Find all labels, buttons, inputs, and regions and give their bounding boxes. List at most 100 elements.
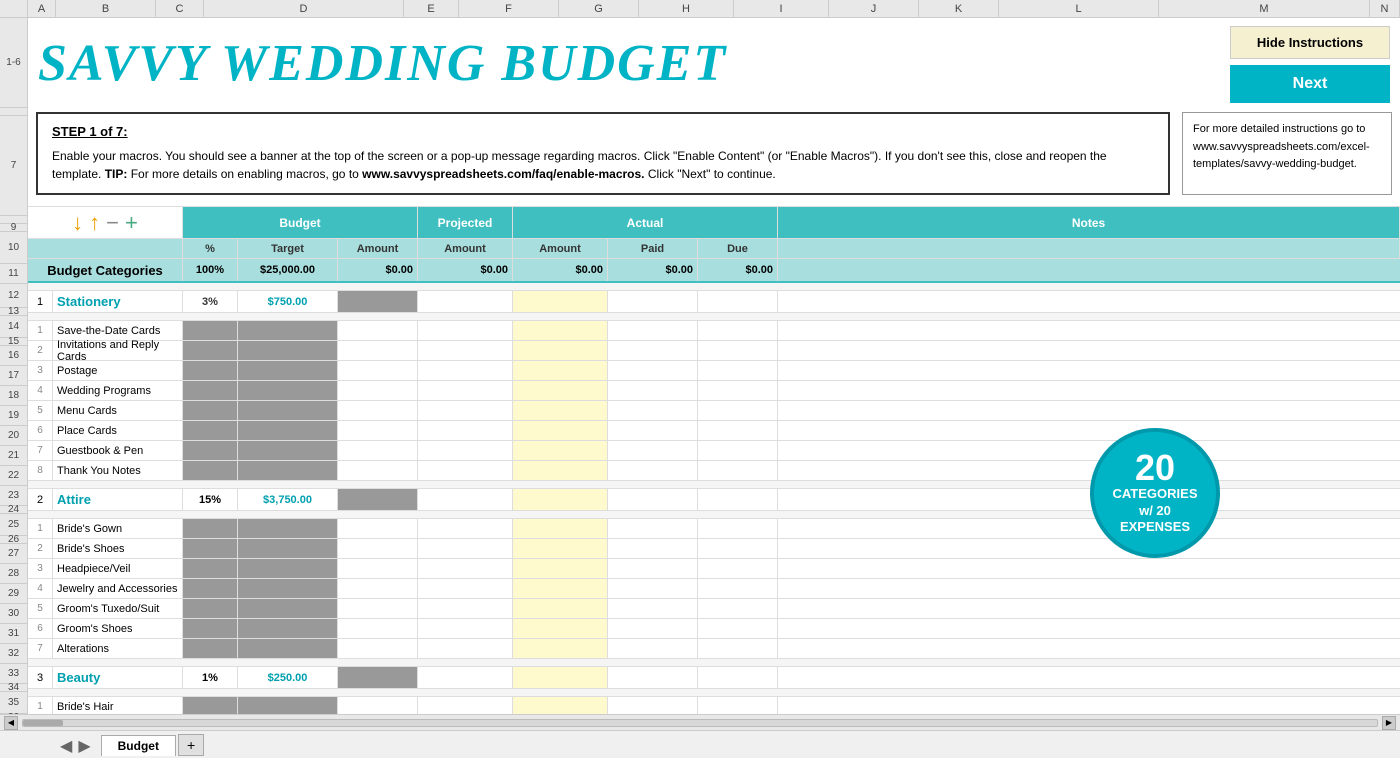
item-notes-17 [778, 341, 1400, 360]
actual-header: Actual [513, 207, 778, 238]
cat-target-stationery: $750.00 [238, 291, 338, 312]
minus-icon[interactable]: − [106, 210, 119, 236]
item-pct-gray-16 [183, 321, 238, 340]
column-headers: A B C D E F G H I J K L M N [0, 0, 1400, 18]
pct-col-header: % [183, 239, 238, 258]
cat-target-attire: $3,750.00 [238, 489, 338, 510]
item-row-30: 4 Jewelry and Accessories [28, 579, 1400, 599]
item-name-16: Save-the-Date Cards [53, 321, 183, 340]
cat-num-stationery: 1 [28, 291, 53, 312]
header-row-12: Budget Categories 100% $25,000.00 $0.00 … [28, 259, 1400, 283]
scroll-track[interactable] [22, 719, 1378, 727]
item-num-17: 2 [28, 341, 53, 360]
controls-area: ↓ ↑ − + [28, 207, 183, 238]
beauty-items: 1 Bride's Hair 2 Bride's Makeup [28, 697, 1400, 714]
total-due: $0.00 [698, 259, 778, 281]
cat-name-stationery: Stationery [53, 291, 183, 312]
item-due-17 [698, 341, 778, 360]
instructions-section: STEP 1 of 7: Enable your macros. You sho… [28, 108, 1400, 199]
grid-area: ↓ ↑ − + Budget Projected Actual Notes [28, 207, 1400, 714]
cat-pct-attire: 15% [183, 489, 238, 510]
col-header-k: K [919, 0, 999, 17]
arrow-up-icon[interactable]: ↑ [89, 210, 100, 236]
category-row-beauty: 3 Beauty 1% $250.00 [28, 667, 1400, 689]
col-header-l: L [999, 0, 1159, 17]
instructions-text: Enable your macros. You should see a ban… [52, 147, 1154, 183]
col-header-b: B [56, 0, 156, 17]
horizontal-scrollbar[interactable]: ◀ ▶ [0, 714, 1400, 730]
target-col-header: Target [238, 239, 338, 258]
plus-icon[interactable]: + [125, 210, 138, 236]
tab-add-button[interactable]: + [178, 734, 204, 756]
item-proj-16 [418, 321, 513, 340]
notes-header: Notes [778, 207, 1400, 238]
cat-name-label-stationery: Stationery [57, 294, 121, 309]
budget-categories-label: Budget Categories [28, 259, 183, 281]
sheet-nav-left[interactable]: ◀ [60, 736, 72, 756]
col-header-n: N [1370, 0, 1400, 17]
cat-pct-beauty: 1% [183, 667, 238, 688]
cat-proj-stationery [418, 291, 513, 312]
total-proj-amount: $0.00 [418, 259, 513, 281]
notes-col-header [778, 239, 1400, 258]
cat-name-label-beauty: Beauty [57, 670, 100, 685]
step-label: STEP 1 of 7: [52, 124, 1154, 139]
cat-notes-stationery [778, 291, 1400, 312]
tab-budget[interactable]: Budget [101, 735, 176, 756]
attire-items: 1 Bride's Gown 2 Bride's Shoes [28, 519, 1400, 659]
badge-categories: CATEGORIES [1113, 486, 1198, 503]
title-section: SAVVY WEDDING BUDGET Hide Instructions N… [28, 18, 1400, 108]
hide-instructions-button[interactable]: Hide Instructions [1230, 26, 1390, 59]
col-header-g: G [559, 0, 639, 17]
col-header-a: A [28, 0, 56, 17]
button-area: Hide Instructions Next [1230, 26, 1390, 103]
cat-target-beauty: $250.00 [238, 667, 338, 688]
arrow-down-icon[interactable]: ↓ [72, 210, 83, 236]
spacer-row-9 [28, 199, 1400, 207]
row-numbers: 1-6 7 9 10 11 12 13 14 15 16 17 18 19 20… [0, 18, 28, 714]
tab-bar: ◀ ▶ Budget + [0, 730, 1400, 758]
item-target-gray-17 [238, 341, 338, 360]
cat-label-col-header [28, 239, 183, 258]
category-row-stationery: 1 Stationery 3% $750.00 [28, 291, 1400, 313]
cat-paid-stationery [608, 291, 698, 312]
item-row-29: 3 Headpiece/Veil [28, 559, 1400, 579]
item-proj-17 [418, 341, 513, 360]
scroll-right-button[interactable]: ▶ [1382, 716, 1396, 730]
col-header-row-num [0, 0, 28, 17]
amount-actual-col-header: Amount [513, 239, 608, 258]
cat-actual-stationery [513, 291, 608, 312]
item-paid-17 [608, 341, 698, 360]
badge-number: 20 [1135, 450, 1175, 486]
instructions-side-box: For more detailed instructions go to www… [1182, 112, 1392, 195]
col-header-d: D [204, 0, 404, 17]
item-row-20: 5 Menu Cards [28, 401, 1400, 421]
item-num-18: 3 [28, 361, 53, 380]
total-actual-amount: $0.00 [513, 259, 608, 281]
spacer-row-34 [28, 659, 1400, 667]
budget-categories-text: Budget Categories [47, 263, 163, 278]
item-name-18: Postage [53, 361, 183, 380]
badge-circle: 20 CATEGORIES w/ 20 EXPENSES [1090, 428, 1220, 558]
app-title: SAVVY WEDDING BUDGET [38, 34, 727, 93]
col-header-m: M [1159, 0, 1370, 17]
badge-w20: w/ 20 [1139, 503, 1171, 520]
item-row-17: 2 Invitations and Reply Cards [28, 341, 1400, 361]
item-row-21: 6 Place Cards [28, 421, 1400, 441]
next-button[interactable]: Next [1230, 65, 1390, 103]
col-header-i: I [734, 0, 829, 17]
scroll-left-button[interactable]: ◀ [4, 716, 18, 730]
item-pct-gray-17 [183, 341, 238, 360]
col-header-c: C [156, 0, 204, 17]
item-target-gray-16 [238, 321, 338, 340]
scroll-thumb[interactable] [23, 720, 63, 726]
col-header-h: H [639, 0, 734, 17]
spreadsheet-app: A B C D E F G H I J K L M N 1-6 7 9 10 1… [0, 0, 1400, 758]
item-paid-16 [608, 321, 698, 340]
sheet-nav-right[interactable]: ▶ [78, 736, 90, 756]
instructions-side-text: For more detailed instructions go to www… [1193, 123, 1370, 170]
total-notes [778, 259, 1400, 281]
col-header-e: E [404, 0, 459, 17]
total-target: $25,000.00 [238, 259, 338, 281]
cat-pct-stationery: 3% [183, 291, 238, 312]
